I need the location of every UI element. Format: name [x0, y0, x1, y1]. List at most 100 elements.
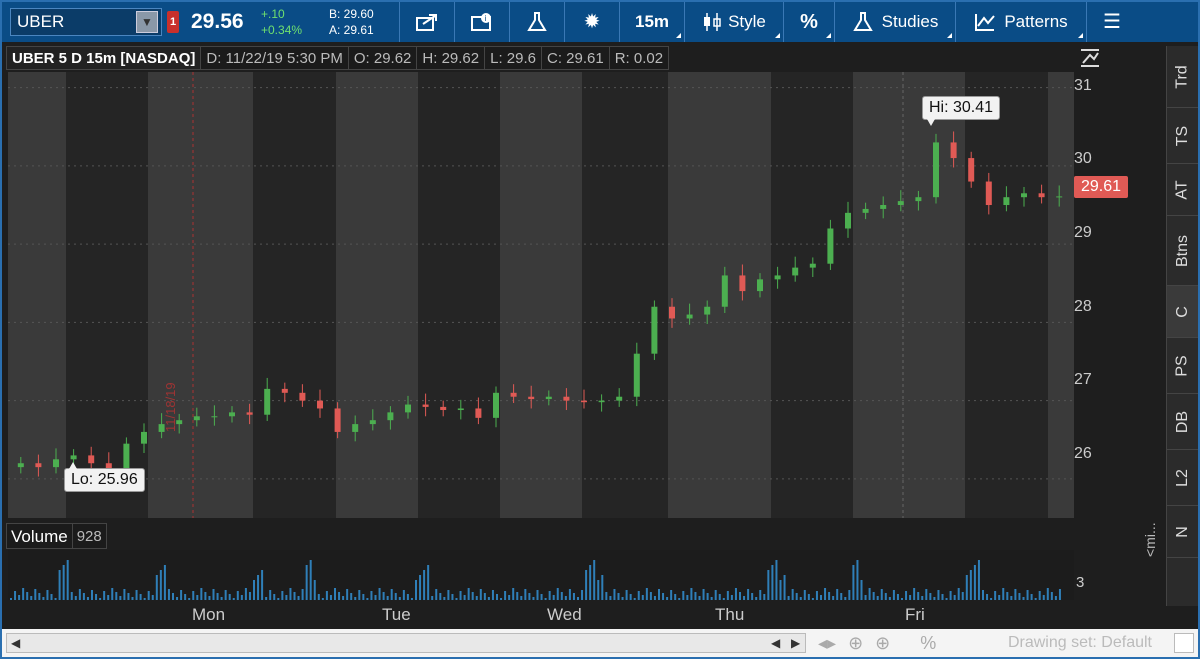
percent-icon: %	[800, 11, 818, 33]
volume-bar	[172, 593, 174, 600]
studies-button[interactable]: Studies	[835, 2, 955, 42]
flask-button[interactable]	[510, 2, 564, 42]
volume-bar	[374, 595, 377, 600]
volume-bar	[269, 590, 272, 600]
volume-bar	[1058, 589, 1061, 600]
volume-bar	[990, 598, 993, 600]
expand-icon[interactable]	[1078, 46, 1106, 72]
volume-bar	[329, 595, 332, 600]
tab-n[interactable]: N	[1167, 506, 1198, 558]
volume-bar	[188, 598, 191, 600]
volume-bar	[419, 575, 422, 600]
dropdown-corner-icon	[676, 33, 681, 38]
volume-bar	[321, 598, 324, 600]
chart-title[interactable]: UBER 5 D 15m [NASDAQ]	[6, 46, 202, 70]
volume-bar	[508, 595, 511, 600]
zoom-icon[interactable]: ⊕	[875, 633, 890, 654]
volume-bar	[350, 593, 353, 600]
volume-bar	[346, 589, 349, 600]
settings-button[interactable]: ✹	[565, 2, 619, 42]
volume-bar	[516, 592, 519, 600]
volume-bar	[180, 590, 183, 600]
candle-body	[739, 275, 746, 292]
candle-body	[721, 275, 728, 307]
bar-high: H: 29.62	[417, 46, 486, 70]
volume-bar	[10, 598, 12, 600]
bar-date: D: 11/22/19 5:30 PM	[201, 46, 349, 70]
volume-bar	[524, 589, 527, 600]
volume-bar	[670, 590, 673, 600]
volume-bar	[585, 570, 588, 600]
volume-bar	[228, 594, 231, 600]
volume-bar	[362, 594, 365, 600]
volume-bar	[787, 596, 790, 600]
volume-bar	[386, 596, 389, 600]
chevron-down-icon[interactable]: ▼	[136, 11, 158, 33]
candle-body	[845, 212, 851, 229]
bar-close: C: 29.61	[542, 46, 610, 70]
horizontal-scrollbar[interactable]: ◀ ◀ ▶	[6, 633, 806, 653]
candle-body	[774, 275, 781, 280]
volume-bar	[390, 589, 393, 600]
style-button[interactable]: Style	[685, 2, 783, 42]
pan-arrows-icon[interactable]: ◂▸	[818, 633, 836, 654]
tab-ts[interactable]: TS	[1167, 108, 1198, 164]
volume-bar	[496, 594, 498, 600]
volume-chart[interactable]	[8, 550, 1074, 600]
resize-corner[interactable]	[1174, 633, 1194, 653]
menu-button[interactable]: ☰	[1087, 2, 1137, 42]
share-button[interactable]	[400, 2, 454, 42]
patterns-label: Patterns	[1004, 12, 1068, 31]
candle-body	[950, 142, 957, 159]
volume-bar	[1038, 591, 1041, 600]
tab-at[interactable]: AT	[1167, 164, 1198, 216]
scroll-left-icon[interactable]: ◀	[11, 636, 20, 650]
volume-bar	[597, 580, 600, 600]
volume-bar	[273, 594, 276, 600]
candle-body	[933, 142, 939, 198]
volume-bar	[1050, 592, 1053, 600]
scroll-left-end-icon[interactable]: ◀	[771, 636, 780, 650]
quote-button[interactable]: i	[455, 2, 509, 42]
y-tick-label: 28	[1074, 298, 1092, 315]
volume-label[interactable]: Volume	[6, 523, 73, 549]
timeframe-button[interactable]: 15m	[620, 2, 684, 42]
tab-btns[interactable]: Btns	[1167, 216, 1198, 286]
volume-bar	[402, 590, 405, 600]
volume-bar	[46, 590, 49, 600]
candle-body	[264, 388, 271, 415]
tab-ps[interactable]: PS	[1167, 338, 1198, 394]
volume-bar	[678, 598, 681, 600]
volume-bar	[212, 589, 215, 600]
session-band	[500, 72, 582, 518]
volume-bar	[929, 593, 932, 600]
candle-body	[1021, 193, 1027, 198]
volume-bar	[710, 597, 713, 600]
volume-bar	[281, 591, 284, 600]
tab-l2[interactable]: L2	[1167, 450, 1198, 506]
tab-trd[interactable]: Trd	[1167, 46, 1198, 108]
session-band	[668, 72, 771, 518]
candle-body	[704, 306, 711, 315]
chart-window: UBER ▼ 1 29.56 +.10 +0.34% B: 29.60 A: 2…	[0, 0, 1200, 659]
percent-button[interactable]: %	[784, 2, 834, 42]
drawing-set-label[interactable]: Drawing set: Default	[1008, 634, 1152, 652]
collapse-panel-label[interactable]: <mi...	[1142, 522, 1158, 557]
tab-db[interactable]: DB	[1167, 394, 1198, 450]
session-band	[336, 72, 418, 518]
volume-bar	[313, 580, 316, 600]
crosshair-icon[interactable]: ⊕	[848, 633, 863, 654]
patterns-button[interactable]: Patterns	[956, 2, 1086, 42]
scroll-right-icon[interactable]: ▶	[791, 636, 800, 650]
candle-body	[281, 388, 288, 393]
percent-icon[interactable]: %	[920, 633, 936, 654]
symbol-selector[interactable]: UBER ▼	[10, 8, 162, 36]
candle-body	[968, 158, 975, 182]
volume-bar	[998, 595, 1001, 600]
volume-bar	[682, 591, 685, 600]
volume-bar	[74, 596, 77, 600]
alert-badge[interactable]: 1	[167, 11, 179, 33]
volume-bar	[771, 565, 774, 600]
tab-c[interactable]: C	[1167, 286, 1198, 338]
price-chart[interactable]	[8, 72, 1074, 518]
